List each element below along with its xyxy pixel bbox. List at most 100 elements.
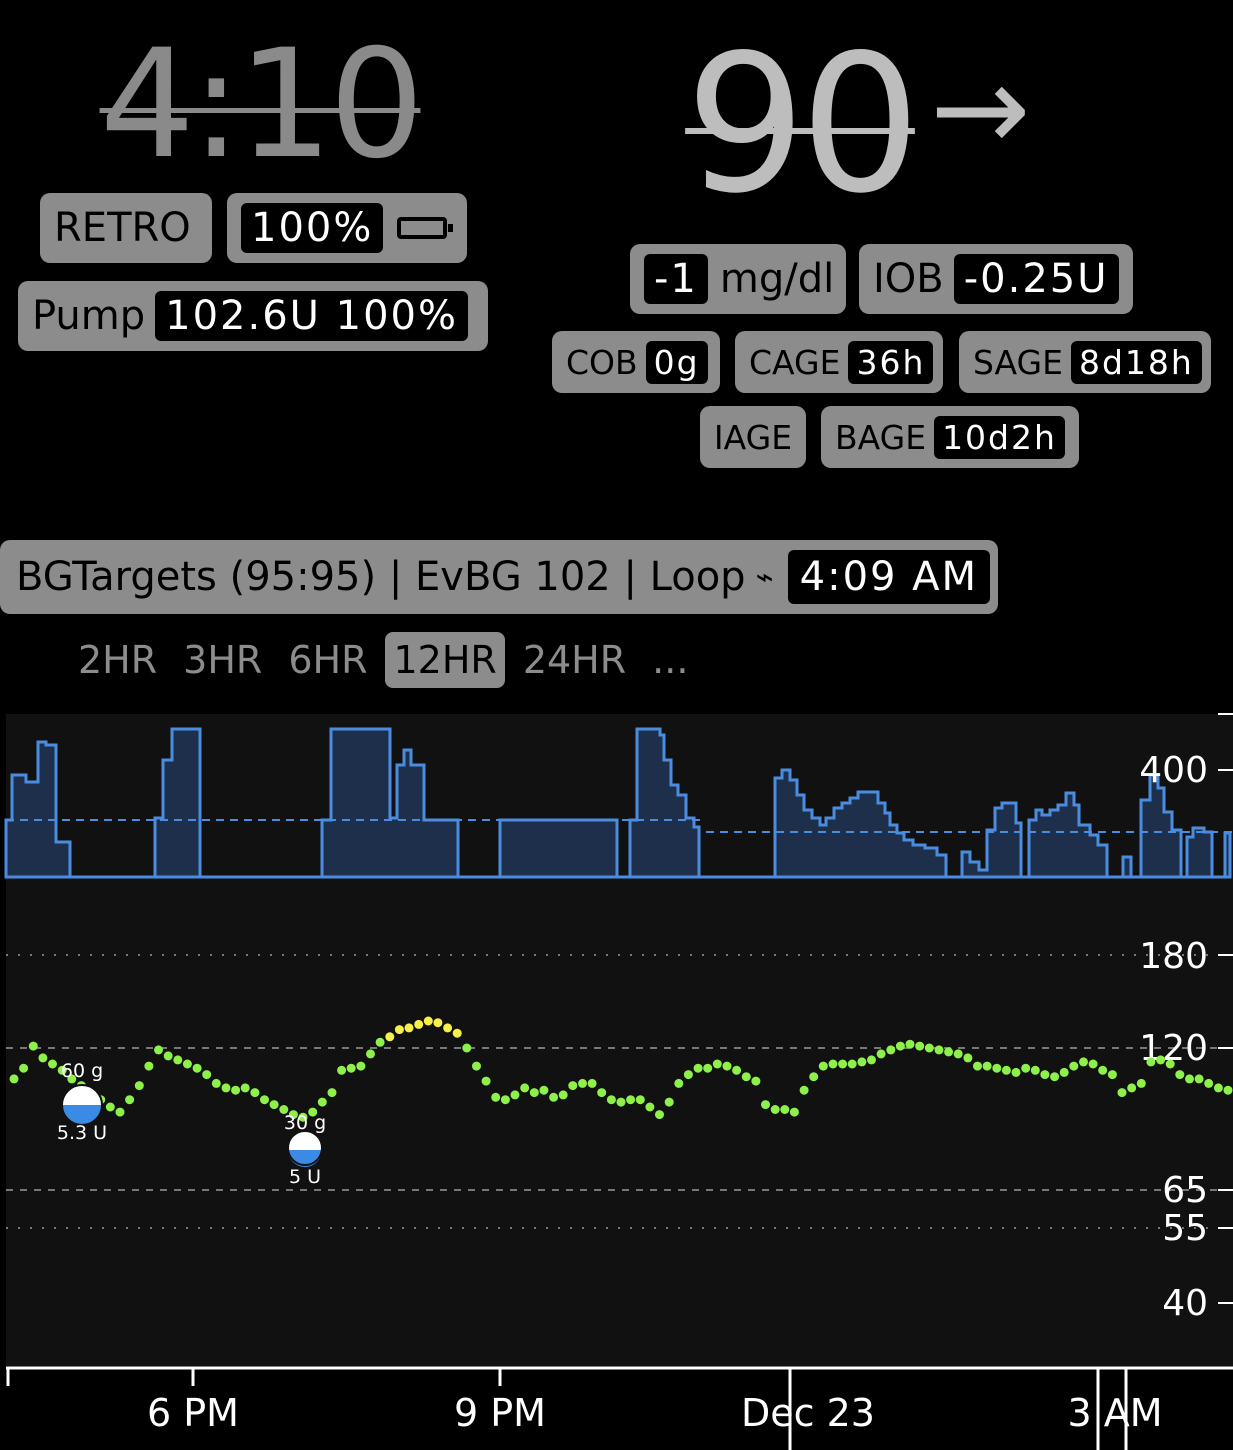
iage-badge[interactable]: IAGE [700, 406, 806, 468]
bg-point [529, 1088, 539, 1098]
bg-point [818, 1061, 828, 1071]
bg-point [1030, 1065, 1040, 1075]
bg-point [886, 1045, 896, 1055]
bg-point [134, 1081, 144, 1091]
bg-point [741, 1072, 751, 1082]
range-3hr[interactable]: 3HR [175, 632, 270, 688]
bage-badge[interactable]: BAGE 10d2h [821, 406, 1079, 468]
bg-point [250, 1088, 260, 1098]
cage-label: CAGE [749, 342, 841, 382]
bg-point [578, 1078, 587, 1088]
bg-point [857, 1057, 867, 1067]
bg-point [867, 1055, 876, 1065]
range-6hr[interactable]: 6HR [280, 632, 375, 688]
lightning-icon: ⌁ [755, 559, 774, 595]
bg-point [847, 1059, 857, 1069]
current-bg: 90 [685, 14, 921, 235]
iage-label: IAGE [713, 417, 793, 457]
pump-badge[interactable]: Pump 102.6U 100% [18, 281, 488, 351]
x-tick-6pm: 6 PM [147, 1391, 239, 1435]
bg-point [28, 1041, 38, 1051]
cage-value: 36h [848, 340, 934, 384]
bg-point [703, 1063, 713, 1073]
bg-point [433, 1018, 443, 1028]
bg-point [500, 1095, 510, 1105]
iob-value: -0.25U [953, 254, 1119, 304]
y-tick-400: 400 [1139, 750, 1208, 791]
cob-value: 0g [645, 340, 708, 384]
iob-badge[interactable]: IOB -0.25U [859, 244, 1133, 314]
treatment-2[interactable]: 30 g 5 U [284, 1112, 326, 1188]
bg-point [163, 1051, 173, 1061]
bg-point [1011, 1067, 1021, 1077]
bg-point [510, 1090, 520, 1100]
bg-point [452, 1028, 462, 1038]
loop-time: 4:09 AM [787, 550, 991, 604]
bg-point [722, 1061, 732, 1071]
x-tick-9pm: 9 PM [454, 1391, 546, 1435]
range-24hr[interactable]: 24HR [515, 632, 634, 688]
bg-point [876, 1049, 886, 1059]
bg-point [115, 1107, 125, 1117]
retro-badge[interactable]: RETRO [40, 193, 212, 263]
bg-point [973, 1061, 982, 1071]
sage-badge[interactable]: SAGE 8d18h [959, 331, 1211, 393]
cob-label: COB [566, 342, 638, 382]
bg-point [375, 1037, 385, 1047]
battery-badge[interactable]: 100% [227, 193, 467, 263]
bg-point [472, 1061, 481, 1071]
pump-value: 102.6U 100% [155, 291, 468, 341]
bg-point [1165, 1059, 1175, 1069]
loop-status-bar[interactable]: BGTargets (95:95) | EvBG 102 | Loop ⌁ 4:… [0, 540, 998, 614]
bg-point [443, 1023, 453, 1033]
bg-point [1098, 1065, 1108, 1075]
cage-badge[interactable]: CAGE 36h [735, 331, 943, 393]
treatment-2-insulin: 5 U [289, 1166, 321, 1188]
bg-point [1194, 1074, 1204, 1084]
bg-point [1175, 1070, 1185, 1080]
bg-point [587, 1078, 597, 1088]
bg-point [423, 1016, 433, 1026]
delta-badge[interactable]: -1 mg/dl [630, 244, 846, 314]
trend-arrow-icon: → [930, 40, 1031, 179]
bg-point [992, 1063, 1002, 1073]
range-12hr[interactable]: 12HR [385, 632, 505, 688]
bg-point [809, 1072, 819, 1082]
bg-point [597, 1088, 607, 1098]
bg-point [366, 1049, 375, 1059]
cob-badge[interactable]: COB 0g [552, 331, 720, 393]
bg-chart[interactable]: 400 180 120 65 55 40 60 g 5.3 U 30 g 5 U… [0, 700, 1233, 1450]
y-tick-180: 180 [1139, 936, 1208, 977]
battery-icon [397, 217, 454, 239]
range-more[interactable]: ... [644, 632, 696, 688]
bg-point [231, 1085, 241, 1095]
sage-value: 8d18h [1070, 340, 1202, 384]
bg-point [211, 1078, 221, 1088]
x-tick-3am: 3 AM [1067, 1391, 1162, 1435]
bg-point [606, 1095, 616, 1105]
bg-point [549, 1092, 559, 1102]
delta-unit: mg/dl [719, 256, 835, 302]
bg-point [240, 1083, 250, 1093]
bg-point [1069, 1061, 1079, 1071]
bg-point [944, 1047, 954, 1057]
delta-value: -1 [644, 254, 708, 304]
bg-point [761, 1100, 770, 1110]
bg-point [491, 1092, 501, 1102]
y-tick-65: 65 [1162, 1170, 1208, 1211]
bg-point [269, 1100, 279, 1110]
bg-point [626, 1095, 636, 1105]
bg-point [915, 1041, 925, 1051]
x-tick-dec23: Dec 23 [741, 1391, 875, 1435]
bg-point [154, 1045, 163, 1055]
treatment-1[interactable]: 60 g 5.3 U [57, 1060, 107, 1144]
bg-point [481, 1076, 491, 1086]
bg-point [1040, 1070, 1050, 1080]
bg-point [202, 1070, 212, 1080]
battery-value: 100% [241, 203, 384, 253]
bage-label: BAGE [835, 417, 927, 457]
bg-point [221, 1083, 231, 1093]
bg-point [982, 1061, 992, 1071]
bg-point [346, 1063, 356, 1073]
range-2hr[interactable]: 2HR [70, 632, 165, 688]
